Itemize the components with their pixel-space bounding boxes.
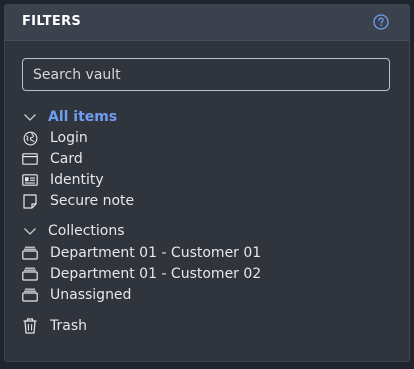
filter-item-label: Identity <box>50 172 104 188</box>
globe-icon <box>22 130 38 146</box>
collection-item-label: Unassigned <box>50 287 132 303</box>
collection-item[interactable]: Department 01 - Customer 02 <box>22 264 261 284</box>
search-input[interactable] <box>22 58 390 91</box>
panel-title: FILTERS <box>22 14 82 29</box>
panel-header: FILTERS <box>5 5 409 41</box>
collection-item-label: Department 01 - Customer 01 <box>50 245 262 261</box>
trash-label: Trash <box>50 318 87 334</box>
sticky-note-icon <box>22 193 38 209</box>
chevron-down-icon <box>22 109 38 125</box>
filter-item-secure-note[interactable]: Secure note <box>22 191 134 211</box>
collections-label: Collections <box>48 223 125 239</box>
collection-icon <box>22 266 38 282</box>
trash-item[interactable]: Trash <box>22 316 87 336</box>
filters-panel: FILTERS All items Login <box>4 4 410 362</box>
collection-icon <box>22 287 38 303</box>
filter-item-label: Card <box>50 151 83 167</box>
filter-item-identity[interactable]: Identity <box>22 170 104 190</box>
filter-item-login[interactable]: Login <box>22 128 88 148</box>
collection-item[interactable]: Department 01 - Customer 01 <box>22 243 261 263</box>
collection-item-label: Department 01 - Customer 02 <box>50 266 262 282</box>
filter-item-label: Login <box>50 130 88 146</box>
filter-item-card[interactable]: Card <box>22 149 83 169</box>
filter-item-label: Secure note <box>50 193 135 209</box>
id-card-icon <box>22 172 38 188</box>
question-circle-icon[interactable] <box>373 14 389 30</box>
all-items-toggle[interactable]: All items <box>22 107 117 127</box>
chevron-down-icon <box>22 223 38 239</box>
collection-item[interactable]: Unassigned <box>22 285 131 305</box>
collections-toggle[interactable]: Collections <box>22 221 125 241</box>
collection-icon <box>22 245 38 261</box>
credit-card-icon <box>22 151 38 167</box>
trash-icon <box>22 318 38 334</box>
all-items-label: All items <box>48 109 118 125</box>
